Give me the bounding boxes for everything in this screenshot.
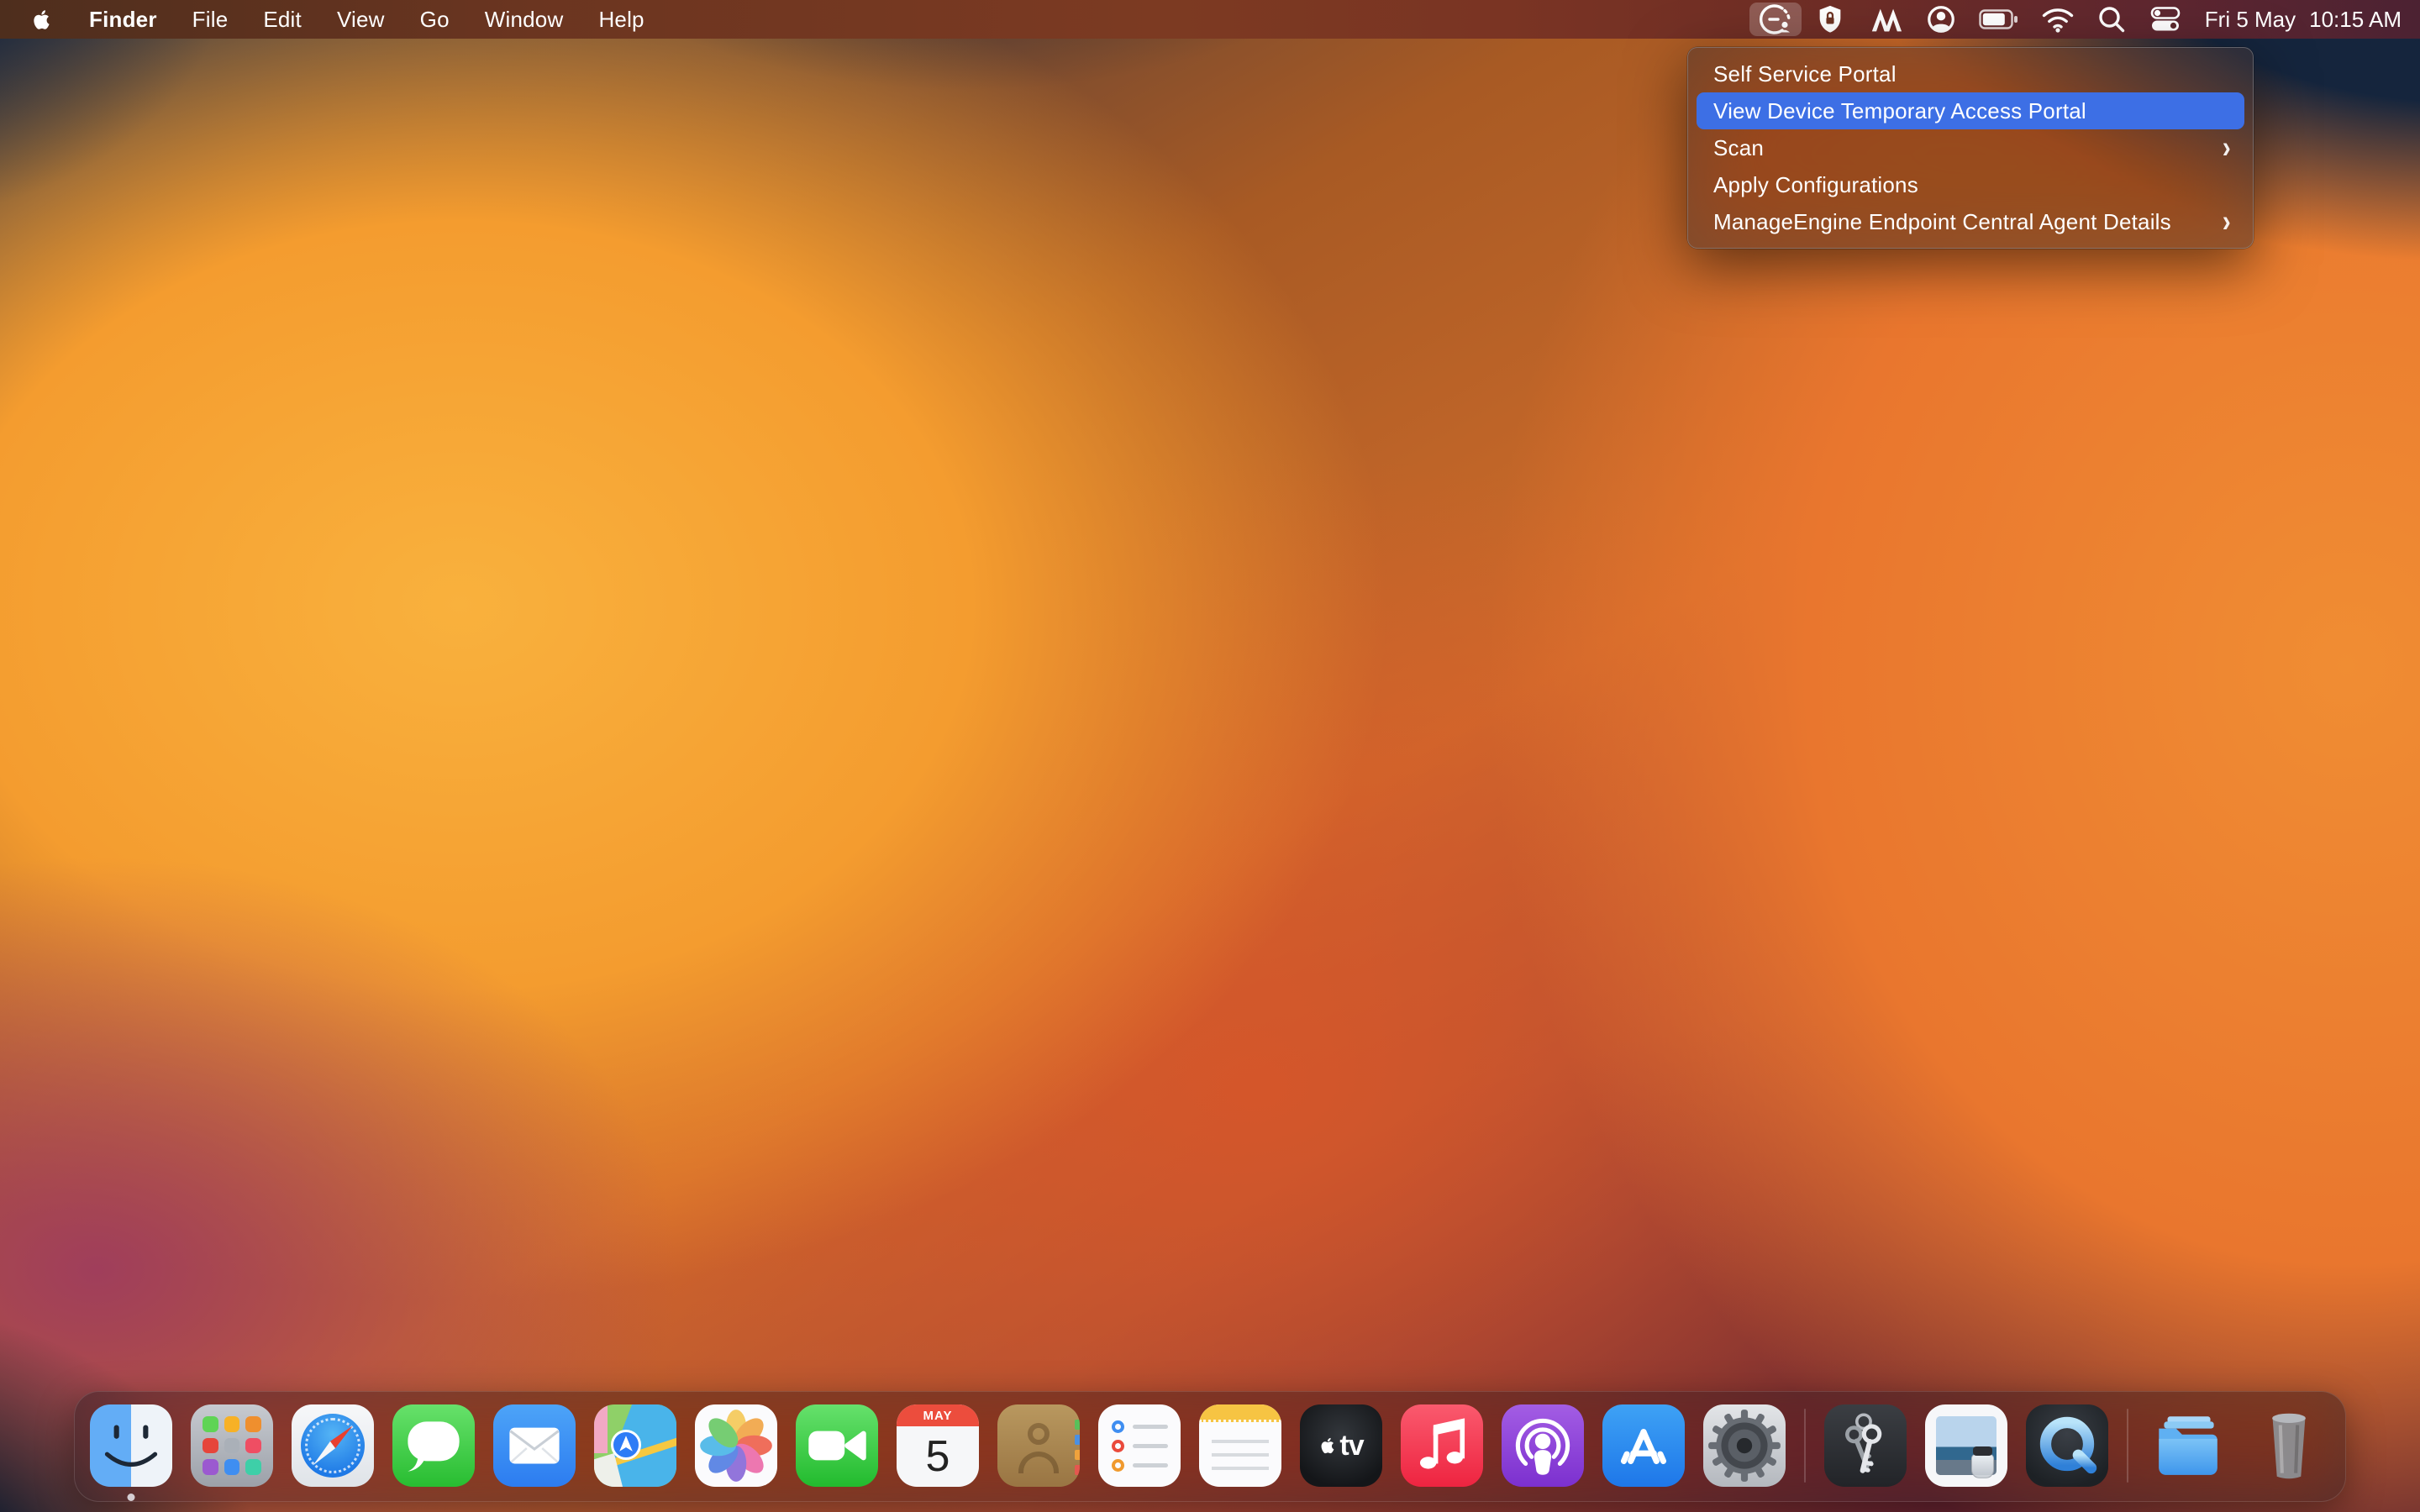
dock-item-calendar[interactable]: MAY 5 <box>897 1404 979 1487</box>
dock-separator <box>1804 1409 1806 1483</box>
status-endpoint-central-agent[interactable] <box>1748 0 1803 39</box>
wifi-icon <box>2042 8 2073 33</box>
dock-item-podcasts[interactable] <box>1502 1404 1584 1487</box>
status-battery[interactable] <box>1968 0 2030 39</box>
manageengine-logo-icon <box>1871 8 1902 32</box>
running-indicator <box>127 1494 135 1501</box>
submenu-chevron-icon: › <box>2222 203 2231 239</box>
launchpad-icon <box>191 1404 273 1487</box>
dock-item-messages[interactable] <box>392 1404 475 1487</box>
apple-menu[interactable] <box>30 0 71 39</box>
menu-item-label: ManageEngine Endpoint Central Agent Deta… <box>1713 208 2171 234</box>
trash-icon <box>2248 1404 2330 1487</box>
photos-icon <box>695 1404 777 1487</box>
podcasts-icon <box>1502 1404 1584 1487</box>
dock-item-downloads-folder[interactable] <box>2147 1404 2229 1487</box>
status-user-account[interactable] <box>1914 0 1968 39</box>
menu-bar: Finder File Edit View Go Window Help Fri… <box>0 0 2420 39</box>
dock-item-music[interactable] <box>1401 1404 1483 1487</box>
endpoint-central-agent-icon <box>1759 4 1791 34</box>
user-account-icon <box>1927 6 1954 33</box>
dock-item-photos[interactable] <box>695 1404 777 1487</box>
dock-item-maps[interactable] <box>594 1404 676 1487</box>
status-security-shield[interactable] <box>1803 0 1857 39</box>
menu-item-view[interactable]: View <box>319 0 402 39</box>
menu-item-go[interactable]: Go <box>402 0 467 39</box>
dock-item-launchpad[interactable] <box>191 1404 273 1487</box>
calendar-icon: MAY 5 <box>897 1404 979 1487</box>
shield-lock-icon <box>1819 5 1841 33</box>
endpoint-central-agent-menu: Self Service Portal View Device Temporar… <box>1687 47 2254 249</box>
status-spotlight[interactable] <box>2086 0 2138 39</box>
menu-bar-status: Fri 5 May 10:15 AM <box>1748 0 2420 39</box>
preview-icon <box>1925 1404 2007 1487</box>
menu-item-file[interactable]: File <box>175 0 246 39</box>
apple-logo-icon <box>34 9 50 29</box>
status-manageengine[interactable] <box>1857 0 1914 39</box>
menu-item-agent-details[interactable]: ManageEngine Endpoint Central Agent Deta… <box>1697 203 2244 240</box>
safari-icon <box>292 1404 374 1487</box>
menu-item-edit[interactable]: Edit <box>245 0 319 39</box>
dock-item-system-settings[interactable] <box>1703 1404 1786 1487</box>
dock-separator <box>2127 1409 2128 1483</box>
facetime-icon <box>796 1404 878 1487</box>
mail-icon <box>493 1404 576 1487</box>
menu-item-window[interactable]: Window <box>467 0 581 39</box>
menu-item-label: View Device Temporary Access Portal <box>1713 97 2086 123</box>
calendar-month: MAY <box>897 1404 979 1426</box>
menu-item-scan[interactable]: Scan › <box>1697 129 2244 166</box>
dock-item-notes[interactable] <box>1199 1404 1281 1487</box>
status-wifi[interactable] <box>2030 0 2086 39</box>
dock-item-finder[interactable] <box>90 1404 172 1501</box>
clock-date: Fri 5 May <box>2204 6 2296 32</box>
menu-item-label: Self Service Portal <box>1713 60 1897 87</box>
dock-item-app-store[interactable] <box>1602 1404 1685 1487</box>
dock-item-quicktime[interactable] <box>2026 1404 2108 1487</box>
menu-item-label: Scan <box>1713 134 1765 160</box>
control-center-icon <box>2150 7 2181 31</box>
dock: MAY 5 tv <box>74 1391 2346 1502</box>
dock-item-facetime[interactable] <box>796 1404 878 1487</box>
calendar-day: 5 <box>925 1432 950 1481</box>
menu-bar-left: Finder File Edit View Go Window Help <box>0 0 662 39</box>
dock-item-keychain-access[interactable] <box>1824 1404 1907 1487</box>
contacts-icon <box>997 1404 1080 1487</box>
app-store-icon <box>1602 1404 1685 1487</box>
menu-item-view-device-temporary-access-portal[interactable]: View Device Temporary Access Portal <box>1697 92 2244 129</box>
notes-icon <box>1199 1404 1281 1487</box>
dock-item-mail[interactable] <box>493 1404 576 1487</box>
system-settings-icon <box>1703 1404 1786 1487</box>
dock-item-safari[interactable] <box>292 1404 374 1487</box>
dock-item-tv[interactable]: tv <box>1300 1404 1382 1487</box>
search-icon <box>2099 7 2124 33</box>
finder-icon <box>90 1404 172 1487</box>
quicktime-icon <box>2026 1404 2108 1487</box>
music-icon <box>1401 1404 1483 1487</box>
reminders-icon <box>1098 1404 1181 1487</box>
tv-label: tv <box>1339 1429 1364 1462</box>
dock-item-trash[interactable] <box>2248 1404 2330 1487</box>
dock-item-contacts[interactable] <box>997 1404 1080 1487</box>
messages-icon <box>392 1404 475 1487</box>
menu-item-finder[interactable]: Finder <box>71 0 175 39</box>
submenu-chevron-icon: › <box>2222 129 2231 165</box>
menu-item-apply-configurations[interactable]: Apply Configurations <box>1697 166 2244 203</box>
keychain-access-icon <box>1824 1404 1907 1487</box>
maps-icon <box>594 1404 676 1487</box>
battery-icon <box>1979 9 2018 29</box>
menu-item-label: Apply Configurations <box>1713 171 1918 197</box>
menu-item-help[interactable]: Help <box>581 0 661 39</box>
menu-bar-clock[interactable]: Fri 5 May 10:15 AM <box>2193 7 2402 33</box>
status-control-center[interactable] <box>2138 0 2193 39</box>
apple-tv-icon: tv <box>1300 1404 1382 1487</box>
menu-item-self-service-portal[interactable]: Self Service Portal <box>1697 55 2244 92</box>
dock-item-preview[interactable] <box>1925 1404 2007 1487</box>
downloads-folder-icon <box>2147 1404 2229 1487</box>
clock-time: 10:15 AM <box>2309 6 2402 32</box>
dock-item-reminders[interactable] <box>1098 1404 1181 1487</box>
